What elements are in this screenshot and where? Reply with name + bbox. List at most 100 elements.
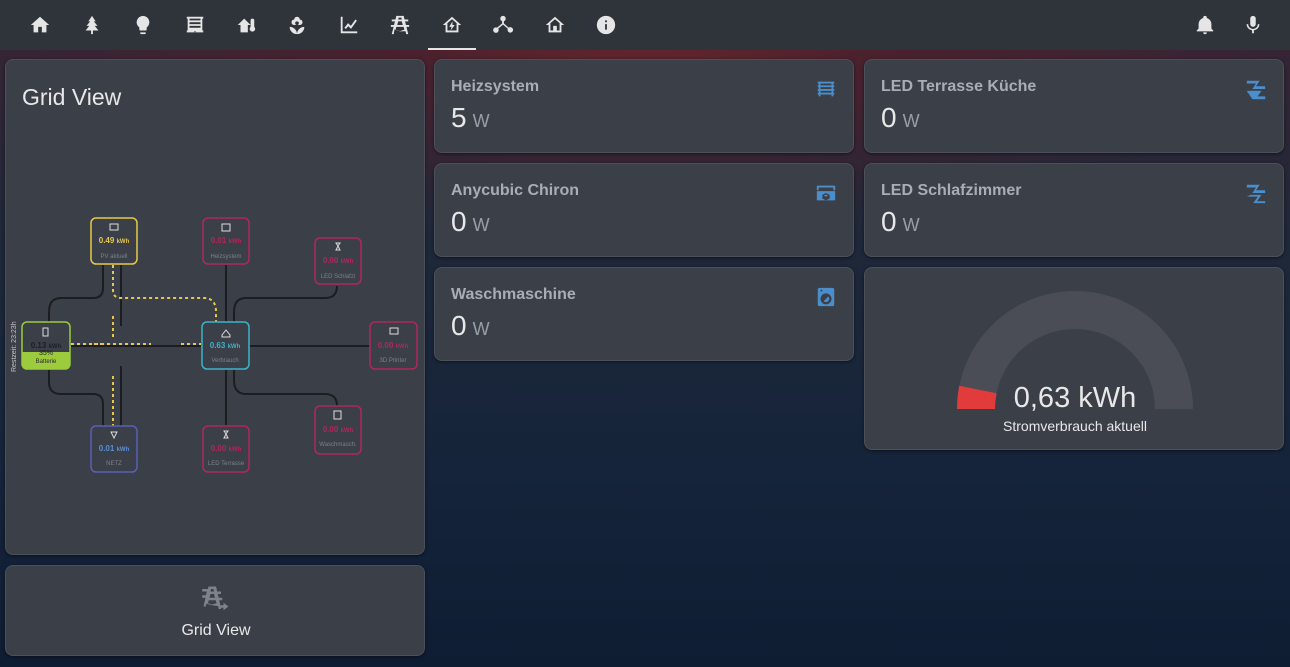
battery-label: Batterie [36,359,57,365]
gauge-label: Stromverbrauch aktuell [1003,418,1147,434]
grid-view-button[interactable]: Grid View [5,565,425,656]
bell-icon [1196,15,1214,35]
value-number: 5 [451,102,467,133]
value-unit: W [902,111,920,131]
top-toolbar [0,0,1290,50]
entity-value: 0W [881,102,920,134]
led-schlaf-card[interactable]: LED Schlafzimmer 0W [864,163,1284,257]
tab-network[interactable] [479,0,527,50]
entity-name: Waschmaschine [451,286,576,303]
gauge-value: 0,63 kWh [1013,382,1137,414]
battery-value: 0.13 [31,341,47,350]
transmission-tower-icon [390,15,410,35]
netz-label: NETZ [106,461,122,467]
led-kueche-card[interactable]: LED Terrasse Küche 0W [864,59,1284,153]
ledschlaf-unit: kWh [341,259,354,265]
grid-view-card: Grid View Restzeit: 23:23h 0.49 kWh PV a… [5,59,425,555]
netz-unit: kWh [117,447,130,453]
tab-home[interactable] [16,0,64,50]
printer-value: 0.00 [378,341,394,350]
value-number: 0 [451,310,467,341]
flower-icon [289,16,305,35]
heizsystem-node[interactable]: 0.01 kWh Heizsystem [202,217,250,265]
battery-node[interactable]: 0.13 kWh 35% Batterie [21,321,71,370]
entity-name: Anycubic Chiron [451,182,580,199]
entity-name: LED Schlafzimmer [881,182,1022,199]
led-terrasse-node[interactable]: 0.00 kWh LED Terrasse [202,425,250,473]
home-lightning-icon [442,16,462,33]
tab-flower[interactable] [273,0,321,50]
tab-history[interactable] [325,0,373,50]
tab-info[interactable] [582,0,630,50]
ledschlaf-value: 0.00 [323,256,339,265]
heiz-unit: kWh [229,239,242,245]
lightbulb-icon [136,15,150,35]
entity-name: LED Terrasse Küche [881,78,1037,95]
transmission-tower-export-icon [201,584,231,614]
tab-energy[interactable] [428,0,476,50]
wasch-unit: kWh [341,428,354,434]
wasch-value: 0.00 [323,425,339,434]
info-icon [596,15,616,35]
verbrauch-value: 0.63 [210,341,226,350]
tab-garden[interactable] [68,0,116,50]
led-strip-icon [1245,182,1267,204]
tab-house-alt[interactable] [531,0,579,50]
grid-node[interactable]: 0.01 kWh NETZ [90,425,138,473]
printer-3d-icon [815,182,837,204]
pv-node[interactable]: 0.49 kWh PV aktuell [90,217,138,265]
waschmaschine-card[interactable]: Waschmaschine 0W [434,267,854,361]
pv-unit: kWh [117,239,130,245]
chart-line-icon [340,16,358,34]
tab-blinds[interactable] [171,0,219,50]
value-number: 0 [451,206,467,237]
consumption-node[interactable]: 0.63 kWh Verbrauch [201,321,250,370]
pv-value: 0.49 [99,236,115,245]
value-unit: W [472,215,490,235]
verbrauch-unit: kWh [228,344,241,350]
gauge-card[interactable]: 0,63 kWh Stromverbrauch aktuell [864,267,1284,450]
restzeit-label: Restzeit: 23:23h [11,321,18,372]
led-schlaf-node[interactable]: 0.00 kWh LED Schlafzi [314,237,362,285]
heizsystem-card[interactable]: Heizsystem 5W [434,59,854,153]
network-icon [493,15,514,33]
energy-flow-diagram: Restzeit: 23:23h 0.49 kWh PV aktuell 0.0… [11,217,418,473]
button-label: Grid View [181,622,251,639]
led-strip-icon [1245,78,1267,100]
radiator-icon [815,78,837,100]
value-unit: W [472,319,490,339]
printer-unit: kWh [396,344,409,350]
ledterrasse-unit: kWh [229,447,242,453]
washing-machine-icon [815,286,837,308]
wasch-label: Waschmasch. [319,442,357,448]
battery-percent: 35% [39,350,53,357]
home-icon [30,16,50,33]
printer-label: 3D Printer [379,358,406,364]
blinds-icon [186,16,204,33]
voice-assist-button[interactable] [1229,0,1277,50]
microphone-icon [1246,15,1260,34]
anycubic-card[interactable]: Anycubic Chiron 0W [434,163,854,257]
washer-node[interactable]: 0.00 kWh Waschmasch. [314,405,362,455]
tab-lights[interactable] [119,0,167,50]
ledschlaf-label: LED Schlafzi [321,274,355,280]
entity-value: 0W [451,310,490,342]
verbrauch-label: Verbrauch [211,358,238,364]
entity-value: 0W [451,206,490,238]
value-number: 0 [881,206,897,237]
tab-power-grid[interactable] [376,0,424,50]
value-unit: W [902,215,920,235]
pine-tree-icon [85,15,99,35]
heiz-value: 0.01 [211,236,227,245]
value-unit: W [472,111,490,131]
printer-node[interactable]: 0.00 kWh 3D Printer [369,321,418,370]
entity-name: Heizsystem [451,78,540,95]
notifications-button[interactable] [1181,0,1229,50]
ledterrasse-value: 0.00 [211,444,227,453]
pv-label: PV aktuell [100,254,127,260]
entity-value: 0W [881,206,920,238]
tab-house-thermo[interactable] [222,0,270,50]
value-number: 0 [881,102,897,133]
home-thermometer-icon [237,18,256,33]
netz-value: 0.01 [99,444,115,453]
